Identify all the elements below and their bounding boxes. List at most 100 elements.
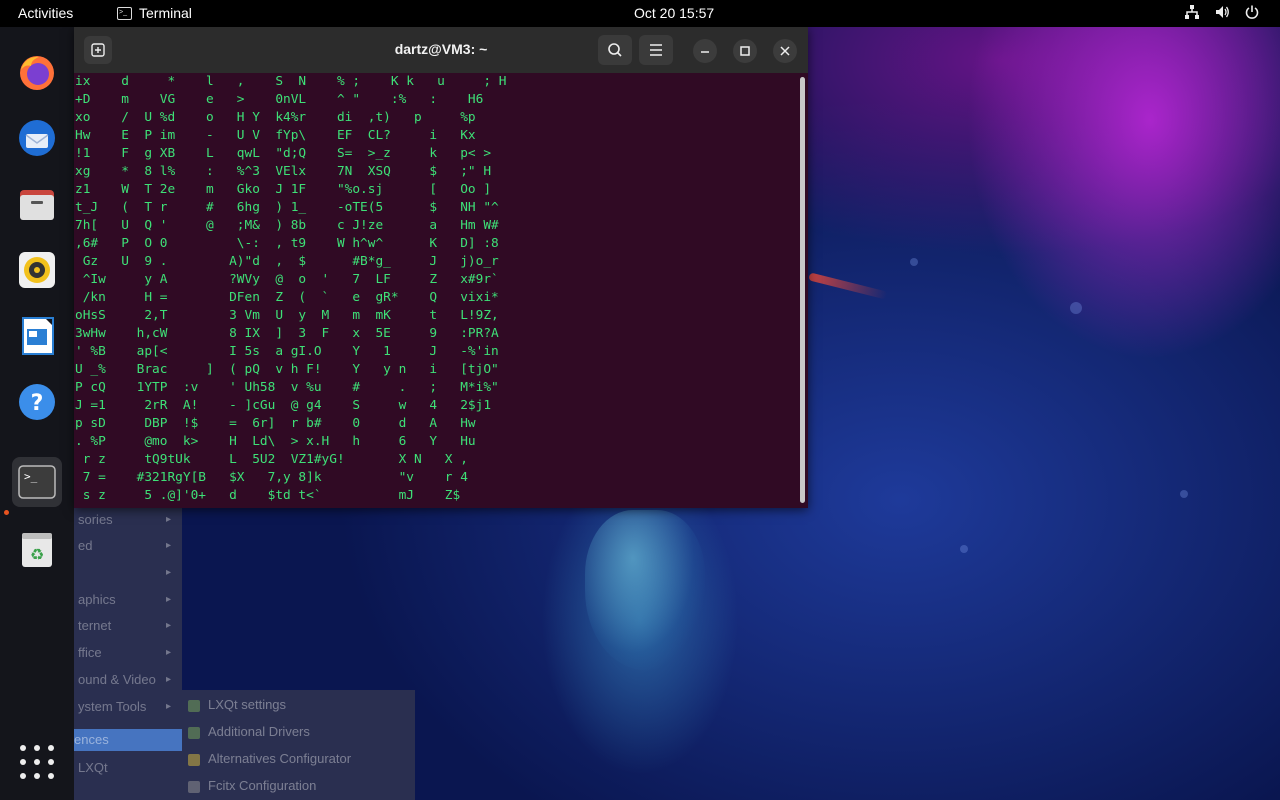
terminal-line: s z 5 .@]'0+ d $td t<` mJ Z$ — [75, 488, 461, 503]
background-menu-item: ternet — [78, 618, 112, 633]
top-bar: Activities >_ Terminal Oct 20 15:57 — [0, 0, 1280, 27]
show-applications-button[interactable] — [20, 745, 54, 779]
background-menu-item: aphics — [78, 592, 116, 607]
dock-firefox[interactable] — [12, 47, 62, 97]
chevron-right-icon: ▸ — [166, 647, 172, 658]
terminal-window[interactable]: dartz@VM3: ~ ix d * l , S N % ; K k u ; … — [74, 27, 808, 508]
terminal-output[interactable]: ix d * l , S N % ; K k u ; H +D m VG e >… — [74, 73, 799, 508]
dock: ? >_ ♻ — [0, 27, 74, 800]
firefox-icon — [20, 56, 54, 90]
terminal-line: r z tQ9tUk L 5U2 VZ1#yG! X N X , — [75, 452, 468, 467]
background-menu-item-selected: ences — [74, 729, 182, 751]
chevron-right-icon: ▸ — [166, 514, 172, 525]
background-submenu-item: Fcitx Configuration — [208, 778, 317, 793]
drivers-icon — [188, 727, 200, 739]
terminal-line: Hw E P im - U V fYp\ EF CL? i Kx — [75, 128, 476, 143]
background-submenu-item: LXQt settings — [208, 697, 287, 712]
volume-icon[interactable] — [1214, 4, 1230, 20]
trash-icon: ♻ — [22, 533, 52, 567]
background-menu-item: ed — [78, 538, 93, 553]
app-menu-button[interactable]: >_ Terminal — [117, 5, 192, 21]
chevron-right-icon: ▸ — [166, 701, 172, 712]
search-button[interactable] — [598, 35, 632, 65]
dock-terminal[interactable]: >_ — [12, 457, 62, 507]
background-app-menu: sories ▸ ed ▸ ▸ aphics ▸ ternet ▸ ffice … — [74, 505, 182, 800]
activities-button[interactable]: Activities — [18, 5, 73, 21]
minimize-icon — [701, 51, 709, 53]
chevron-right-icon: ▸ — [166, 620, 172, 631]
terminal-scrollbar[interactable] — [800, 77, 805, 503]
terminal-titlebar[interactable]: dartz@VM3: ~ — [74, 27, 808, 73]
settings-icon — [188, 700, 200, 712]
chevron-right-icon: ▸ — [166, 567, 172, 578]
dock-thunderbird[interactable] — [12, 113, 62, 163]
terminal-line: /kn H = DFen Z ( ` e gR* Q vixi* — [75, 290, 499, 305]
terminal-icon: >_ — [18, 465, 56, 499]
wallpaper-jellyfish — [585, 510, 705, 670]
wallpaper-star — [960, 545, 968, 553]
terminal-line: t_J ( T r # 6hg ) 1_ -oTE(5 $ NH "^ — [75, 200, 499, 215]
background-submenu-item: Alternatives Configurator — [208, 751, 352, 766]
menu-button[interactable] — [639, 35, 673, 65]
running-indicator — [4, 510, 9, 515]
dock-trash[interactable]: ♻ — [12, 525, 62, 575]
close-icon — [780, 46, 790, 56]
system-tray[interactable] — [1184, 4, 1260, 20]
rhythmbox-icon — [19, 252, 55, 288]
maximize-button[interactable] — [733, 39, 757, 63]
dock-rhythmbox[interactable] — [12, 245, 62, 295]
network-icon[interactable] — [1184, 4, 1200, 20]
svg-text:♻: ♻ — [30, 545, 44, 564]
terminal-line: . %P @mo k> H Ld\ > x.H h 6 Y Hu — [75, 434, 476, 449]
terminal-line: J =1 2rR A! - ]cGu @ g4 S w 4 2$j1 — [75, 398, 492, 413]
terminal-line: +D m VG e > 0nVL ^ " :% : H6 — [75, 92, 484, 107]
background-menu-item: ound & Video — [78, 672, 156, 687]
dock-writer[interactable] — [12, 311, 62, 361]
hamburger-menu-icon — [650, 44, 662, 56]
clock[interactable]: Oct 20 15:57 — [634, 5, 714, 21]
terminal-line: p sD DBP !$ = 6r] r b# 0 d A Hw — [75, 416, 476, 431]
close-button[interactable] — [773, 39, 797, 63]
terminal-line: ' %B ap[< I 5s a gI.O Y 1 J -%'in — [75, 344, 499, 359]
terminal-line: Gz U 9 . A)"d , $ #B*g_ J j)o_r — [75, 254, 499, 269]
libreoffice-writer-icon — [22, 317, 54, 355]
terminal-line: xg * 8 l% : %^3 VElx 7N XSQ $ ;" H — [75, 164, 492, 179]
terminal-line: z1 W T 2e m Gko J 1F "%o.sj [ Oo ] — [75, 182, 492, 197]
dock-files[interactable] — [12, 179, 62, 229]
thunderbird-icon — [19, 120, 55, 156]
power-icon[interactable] — [1244, 4, 1260, 20]
chevron-right-icon: ▸ — [166, 674, 172, 685]
wallpaper-streak — [808, 272, 888, 300]
terminal-line: ^Iw y A ?WVy @ o ' 7 LF Z x#9r` — [75, 272, 499, 287]
maximize-icon — [740, 46, 750, 56]
svg-text:?: ? — [31, 391, 44, 416]
background-menu-item: sories — [78, 512, 113, 527]
minimize-button[interactable] — [693, 39, 717, 63]
background-submenu: LXQt settings Additional Drivers Alterna… — [182, 690, 415, 800]
terminal-line: ix d * l , S N % ; K k u ; H — [75, 74, 507, 89]
terminal-line: !1 F g XB L qwL "d;Q S= >_z k p< > — [75, 146, 492, 161]
background-menu-item: ystem Tools — [78, 699, 147, 714]
svg-text:>_: >_ — [24, 470, 38, 483]
background-menu-item: LXQt — [78, 760, 108, 775]
app-menu-label: Terminal — [139, 5, 192, 21]
keyboard-icon — [188, 781, 200, 793]
terminal-line: 7 = #321RgY[B $X 7,y 8]k "v r 4 — [75, 470, 468, 485]
terminal-line: 3wHw h,cW 8 IX ] 3 F x 5E 9 :PR?A — [75, 326, 499, 341]
background-submenu-item: Additional Drivers — [208, 724, 310, 739]
terminal-line: U _% Brac ] ( pQ v h F! Y y n i [tjO" — [75, 362, 499, 377]
terminal-line: ,6# P O 0 \-: , t9 W h^w^ K D] :8 — [75, 236, 499, 251]
chevron-right-icon: ▸ — [166, 540, 172, 551]
wallpaper-star — [1070, 302, 1082, 314]
configurator-icon — [188, 754, 200, 766]
help-icon: ? — [19, 384, 55, 420]
background-menu-item: ffice — [78, 645, 102, 660]
wallpaper-star — [1180, 490, 1188, 498]
terminal-line: P cQ 1YTP :v ' Uh58 v %u # . ; M*i%" — [75, 380, 499, 395]
files-icon — [20, 190, 54, 220]
terminal-line: xo / U %d o H Y k4%r di ,t) p %p — [75, 110, 476, 125]
terminal-icon: >_ — [117, 6, 132, 20]
search-icon — [608, 43, 622, 57]
dock-help[interactable]: ? — [12, 377, 62, 427]
terminal-line: oHsS 2,T 3 Vm U y M m mK t L!9Z, — [75, 308, 499, 323]
